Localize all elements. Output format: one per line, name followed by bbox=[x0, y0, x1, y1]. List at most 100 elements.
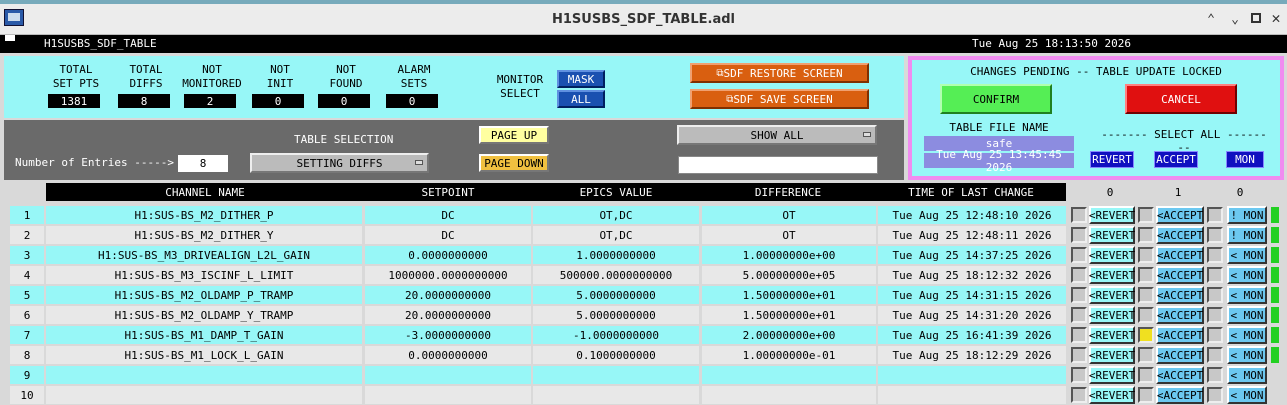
mon-checkbox[interactable] bbox=[1207, 307, 1223, 323]
mon-checkbox[interactable] bbox=[1207, 267, 1223, 283]
revert-checkbox[interactable] bbox=[1071, 307, 1087, 323]
revert-button[interactable]: <REVERT bbox=[1089, 226, 1135, 244]
sdf-save-button[interactable]: ⧉ SDF SAVE SCREEN bbox=[690, 89, 869, 109]
revert-checkbox[interactable] bbox=[1071, 267, 1087, 283]
revert-checkbox[interactable] bbox=[1071, 387, 1087, 403]
revert-button[interactable]: <REVERT bbox=[1089, 266, 1135, 284]
accept-checkbox[interactable] bbox=[1138, 207, 1154, 223]
time-of-last-change: Tue Aug 25 18:12:32 2026 bbox=[878, 266, 1066, 284]
revert-button[interactable]: <REVERT bbox=[1089, 206, 1135, 224]
stat-label: TOTAL SET PTS bbox=[52, 63, 100, 90]
revert-button[interactable]: <REVERT bbox=[1089, 386, 1135, 404]
page-down-button[interactable]: PAGE DOWN bbox=[479, 154, 549, 172]
setpoint-value: 20.0000000000 bbox=[365, 306, 531, 324]
mon-button[interactable]: < MON bbox=[1227, 266, 1267, 284]
show-all-dropdown[interactable]: SHOW ALL bbox=[677, 125, 877, 145]
restore-icon[interactable]: ⌄ bbox=[1227, 11, 1243, 27]
mon-button[interactable]: < MON bbox=[1227, 306, 1267, 324]
close-icon[interactable]: ✕ bbox=[1268, 9, 1284, 27]
accept-button[interactable]: <ACCEPT bbox=[1156, 326, 1204, 344]
table-row: 6 H1:SUS-BS_M2_OLDAMP_Y_TRAMP 20.000000000… bbox=[0, 305, 1287, 325]
current-datetime: Tue Aug 25 18:13:50 2026 bbox=[972, 37, 1131, 50]
stat-label: TOTAL DIFFS bbox=[129, 63, 163, 90]
revert-button[interactable]: <REVERT bbox=[1089, 366, 1135, 384]
time-of-last-change: Tue Aug 25 18:12:29 2026 bbox=[878, 346, 1066, 364]
column-count: 0 bbox=[1106, 185, 1114, 199]
revert-checkbox[interactable] bbox=[1071, 207, 1087, 223]
mon-button[interactable]: < MON bbox=[1227, 286, 1267, 304]
revert-checkbox[interactable] bbox=[1071, 347, 1087, 363]
difference-value: OT bbox=[702, 226, 876, 244]
accept-button[interactable]: <ACCEPT bbox=[1156, 266, 1204, 284]
revert-checkbox[interactable] bbox=[1071, 227, 1087, 243]
mon-checkbox[interactable] bbox=[1207, 347, 1223, 363]
table-selection-dropdown[interactable]: SETTING DIFFS bbox=[250, 153, 429, 173]
mask-button[interactable]: MASK bbox=[557, 70, 605, 88]
stat-value: 8 bbox=[118, 94, 170, 108]
mon-checkbox[interactable] bbox=[1207, 227, 1223, 243]
revert-checkbox[interactable] bbox=[1071, 367, 1087, 383]
accept-checkbox[interactable] bbox=[1138, 247, 1154, 263]
column-header: EPICS VALUE bbox=[579, 185, 653, 199]
all-button[interactable]: ALL bbox=[557, 90, 605, 108]
accept-button[interactable]: <ACCEPT bbox=[1156, 306, 1204, 324]
sdf-restore-button[interactable]: ⧉ SDF RESTORE SCREEN bbox=[690, 63, 869, 83]
mon-button[interactable]: < MON bbox=[1227, 246, 1267, 264]
revert-button[interactable]: <REVERT bbox=[1089, 306, 1135, 324]
accept-button[interactable]: <ACCEPT bbox=[1156, 366, 1204, 384]
table-row: 3 H1:SUS-BS_M3_DRIVEALIGN_L2L_GAIN 0.00000… bbox=[0, 245, 1287, 265]
mon-checkbox[interactable] bbox=[1207, 387, 1223, 403]
accept-button[interactable]: <ACCEPT bbox=[1156, 386, 1204, 404]
time-of-last-change: Tue Aug 25 14:31:15 2026 bbox=[878, 286, 1066, 304]
mon-checkbox[interactable] bbox=[1207, 367, 1223, 383]
stat-label: NOT INIT bbox=[266, 63, 294, 90]
accept-checkbox[interactable] bbox=[1138, 327, 1154, 343]
accept-button[interactable]: <ACCEPT bbox=[1156, 346, 1204, 364]
time-of-last-change: Tue Aug 25 12:48:11 2026 bbox=[878, 226, 1066, 244]
minimize-icon[interactable]: ⌃ bbox=[1203, 11, 1219, 27]
revert-all-button[interactable]: REVERT bbox=[1090, 151, 1134, 168]
mon-checkbox[interactable] bbox=[1207, 247, 1223, 263]
table-row: 4 H1:SUS-BS_M3_ISCINF_L_LIMIT 1000000.0000… bbox=[0, 265, 1287, 285]
mon-checkbox[interactable] bbox=[1207, 327, 1223, 343]
accept-checkbox[interactable] bbox=[1138, 347, 1154, 363]
confirm-button[interactable]: CONFIRM bbox=[940, 84, 1052, 114]
revert-button[interactable]: <REVERT bbox=[1089, 346, 1135, 364]
mon-button[interactable]: < MON bbox=[1227, 326, 1267, 344]
mon-button[interactable]: < MON bbox=[1227, 366, 1267, 384]
mon-button[interactable]: ! MON bbox=[1227, 206, 1267, 224]
mon-checkbox[interactable] bbox=[1207, 207, 1223, 223]
accept-checkbox[interactable] bbox=[1138, 307, 1154, 323]
cancel-button[interactable]: CANCEL bbox=[1125, 84, 1237, 114]
accept-button[interactable]: <ACCEPT bbox=[1156, 226, 1204, 244]
maximize-icon[interactable] bbox=[1251, 13, 1261, 23]
difference-value: 1.50000000e+01 bbox=[702, 286, 876, 304]
accept-checkbox[interactable] bbox=[1138, 287, 1154, 303]
accept-checkbox[interactable] bbox=[1138, 227, 1154, 243]
mon-button[interactable]: < MON bbox=[1227, 346, 1267, 364]
mon-checkbox[interactable] bbox=[1207, 287, 1223, 303]
epics-value: -1.0000000000 bbox=[533, 326, 699, 344]
revert-checkbox[interactable] bbox=[1071, 287, 1087, 303]
revert-checkbox[interactable] bbox=[1071, 247, 1087, 263]
accept-checkbox[interactable] bbox=[1138, 387, 1154, 403]
mon-all-button[interactable]: MON bbox=[1226, 151, 1264, 168]
channel-name: H1:SUS-BS_M3_DRIVEALIGN_L2L_GAIN bbox=[46, 246, 362, 264]
accept-checkbox[interactable] bbox=[1138, 367, 1154, 383]
mon-button[interactable]: < MON bbox=[1227, 386, 1267, 404]
filter-input[interactable] bbox=[678, 156, 878, 174]
accept-all-button[interactable]: ACCEPT bbox=[1154, 151, 1198, 168]
revert-button[interactable]: <REVERT bbox=[1089, 286, 1135, 304]
accept-button[interactable]: <ACCEPT bbox=[1156, 246, 1204, 264]
mon-button[interactable]: ! MON bbox=[1227, 226, 1267, 244]
channel-name: H1:SUS-BS_M3_ISCINF_L_LIMIT bbox=[46, 266, 362, 284]
page-up-button[interactable]: PAGE UP bbox=[479, 126, 549, 144]
accept-button[interactable]: <ACCEPT bbox=[1156, 206, 1204, 224]
stat-label: NOT MONITORED bbox=[182, 63, 242, 90]
time-of-last-change: Tue Aug 25 14:31:20 2026 bbox=[878, 306, 1066, 324]
accept-button[interactable]: <ACCEPT bbox=[1156, 286, 1204, 304]
revert-button[interactable]: <REVERT bbox=[1089, 326, 1135, 344]
accept-checkbox[interactable] bbox=[1138, 267, 1154, 283]
revert-checkbox[interactable] bbox=[1071, 327, 1087, 343]
revert-button[interactable]: <REVERT bbox=[1089, 246, 1135, 264]
